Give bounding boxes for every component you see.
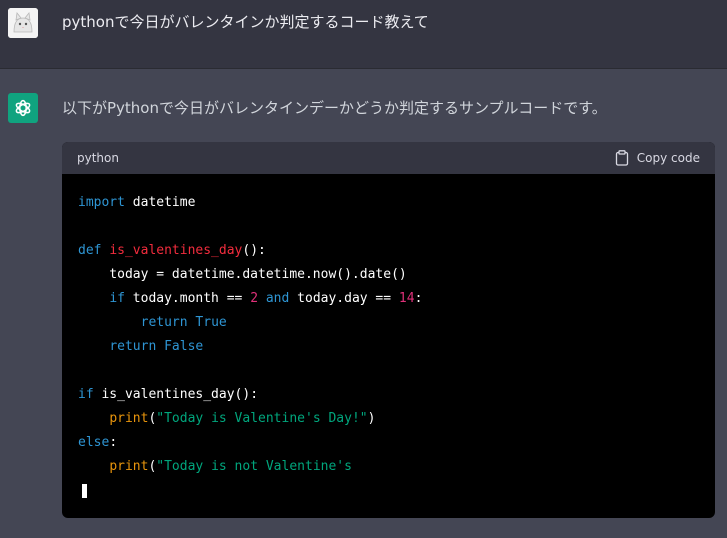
user-avatar [8, 8, 38, 38]
user-message-row: pythonで今日がバレンタインか判定するコード教えて [0, 0, 727, 69]
code-block: python Copy code import datetime def is_v… [62, 142, 715, 518]
code-line: if today.month == 2 and today.day == 14: [109, 291, 423, 306]
code-line: print("Today is not Valentine's [109, 459, 352, 474]
code-content: import datetime def is_valentines_day(): … [62, 174, 715, 503]
chatgpt-avatar [8, 93, 38, 123]
openai-logo-icon [15, 99, 31, 117]
typing-cursor [82, 483, 87, 498]
code-line [78, 479, 699, 503]
code-language-label: python [77, 151, 119, 165]
code-line: print("Today is Valentine's Day!") [109, 411, 376, 426]
assistant-intro-text: 以下がPythonで今日がバレンタインデーかどうか判定するサンプルコードです。 [62, 99, 607, 117]
code-line: import datetime [78, 195, 196, 210]
clipboard-icon [615, 150, 628, 166]
code-line: else: [78, 435, 118, 450]
code-line: return False [109, 339, 204, 354]
code-block-header: python Copy code [62, 142, 715, 174]
user-message-text: pythonで今日がバレンタインか判定するコード教えて [62, 13, 429, 31]
code-line: if is_valentines_day(): [78, 387, 259, 402]
code-line: today = datetime.datetime.now().date() [78, 267, 407, 282]
cat-avatar-icon [8, 8, 38, 38]
copy-code-label: Copy code [636, 151, 700, 165]
assistant-message-row: 以下がPythonで今日がバレンタインデーかどうか判定するサンプルコードです。 … [0, 69, 727, 538]
code-line: def is_valentines_day(): [78, 243, 266, 258]
copy-code-button[interactable]: Copy code [615, 150, 700, 166]
code-line: return True [140, 315, 227, 330]
